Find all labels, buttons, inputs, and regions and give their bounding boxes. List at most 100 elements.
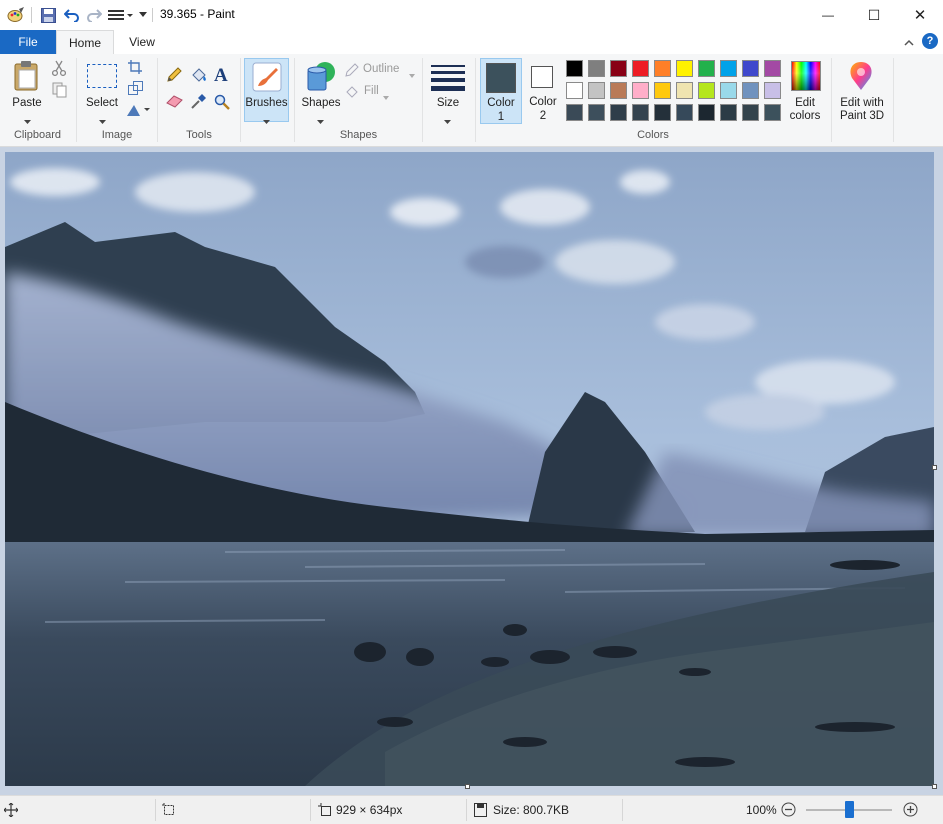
crop-icon[interactable] bbox=[128, 60, 144, 76]
palette-swatch[interactable] bbox=[676, 104, 693, 121]
rainbow-icon bbox=[791, 61, 821, 91]
palette-swatch[interactable] bbox=[720, 82, 737, 99]
palette-swatch[interactable] bbox=[720, 60, 737, 77]
undo-icon[interactable] bbox=[62, 5, 82, 25]
edit-with-paint3d-button[interactable]: Edit with Paint 3D bbox=[834, 58, 890, 122]
title-bar: 39.365 - Paint — ☐ ✕ bbox=[0, 0, 943, 30]
resize-icon[interactable] bbox=[128, 81, 144, 97]
resize-handle-right[interactable] bbox=[932, 465, 937, 470]
fill-dropdown[interactable]: Fill bbox=[345, 84, 405, 100]
palette-swatch[interactable] bbox=[698, 60, 715, 77]
zoom-slider[interactable] bbox=[806, 801, 892, 818]
chevron-down-icon bbox=[409, 67, 415, 81]
eraser-icon[interactable] bbox=[166, 94, 184, 112]
help-icon[interactable]: ? bbox=[922, 33, 938, 49]
canvas-workspace bbox=[0, 147, 943, 795]
brushes-label: Brushes bbox=[245, 97, 288, 109]
zoom-out-button[interactable] bbox=[781, 802, 797, 818]
zoom-level: 100% bbox=[746, 803, 777, 817]
palette-swatch[interactable] bbox=[610, 82, 627, 99]
resize-handle-corner[interactable] bbox=[932, 784, 937, 789]
zoom-slider-thumb[interactable] bbox=[844, 801, 854, 818]
palette-swatch[interactable] bbox=[632, 82, 649, 99]
text-icon[interactable]: A bbox=[214, 65, 232, 86]
color2-button[interactable]: Color 2 bbox=[522, 58, 564, 124]
fill-label: Fill bbox=[364, 85, 379, 97]
size-button[interactable]: Size bbox=[426, 58, 470, 124]
palette-swatch[interactable] bbox=[566, 82, 583, 99]
save-icon[interactable] bbox=[38, 5, 58, 25]
palette-swatch[interactable] bbox=[632, 60, 649, 77]
rotate-icon[interactable] bbox=[126, 103, 150, 119]
color1-button[interactable]: Color 1 bbox=[480, 58, 522, 124]
divider bbox=[152, 8, 153, 22]
size-icon-line bbox=[431, 86, 465, 91]
status-bar: 929 × 634px Size: 800.7KB 100% bbox=[0, 795, 943, 824]
status-divider bbox=[310, 799, 311, 821]
chevron-down-icon[interactable] bbox=[137, 5, 149, 25]
palette-swatch[interactable] bbox=[720, 104, 737, 121]
tab-file[interactable]: File bbox=[0, 30, 56, 54]
color1-swatch bbox=[486, 63, 516, 93]
palette-swatch[interactable] bbox=[610, 60, 627, 77]
paint-app-icon[interactable] bbox=[6, 5, 26, 25]
redo-icon[interactable] bbox=[84, 5, 104, 25]
palette-swatch[interactable] bbox=[588, 104, 605, 121]
fill-icon[interactable] bbox=[190, 67, 208, 85]
selection-size-icon bbox=[162, 803, 176, 817]
outline-dropdown[interactable]: Outline bbox=[345, 62, 417, 78]
window-title: 39.365 - Paint bbox=[160, 7, 235, 21]
palette-swatch[interactable] bbox=[610, 104, 627, 121]
drawing-canvas[interactable] bbox=[5, 152, 934, 786]
color2-swatch bbox=[531, 66, 553, 88]
edit-colors-button[interactable]: Edit colors bbox=[788, 58, 824, 122]
ribbon-tabs: File Home View ? bbox=[0, 30, 943, 55]
palette-swatch[interactable] bbox=[676, 82, 693, 99]
palette-swatch[interactable] bbox=[742, 82, 759, 99]
close-button[interactable]: ✕ bbox=[897, 0, 943, 30]
paste-button[interactable]: Paste bbox=[8, 58, 46, 124]
colors-group-label: Colors bbox=[637, 129, 669, 141]
minimize-button[interactable]: — bbox=[805, 0, 851, 30]
palette-swatch[interactable] bbox=[566, 104, 583, 121]
palette-swatch[interactable] bbox=[676, 60, 693, 77]
minimize-icon: — bbox=[822, 8, 834, 22]
resize-handle-bottom[interactable] bbox=[465, 784, 470, 789]
maximize-button[interactable]: ☐ bbox=[851, 0, 897, 30]
color-picker-icon[interactable] bbox=[190, 94, 208, 112]
tab-view[interactable]: View bbox=[114, 30, 170, 54]
chevron-down-icon bbox=[317, 114, 324, 128]
shapes-button[interactable]: Shapes bbox=[300, 58, 342, 124]
palette-swatch[interactable] bbox=[588, 60, 605, 77]
palette-swatch[interactable] bbox=[698, 82, 715, 99]
collapse-ribbon-icon[interactable] bbox=[904, 35, 916, 47]
pencil-icon[interactable] bbox=[166, 67, 184, 85]
cut-icon[interactable] bbox=[51, 60, 68, 77]
tab-home[interactable]: Home bbox=[56, 30, 114, 55]
palette-swatch[interactable] bbox=[654, 82, 671, 99]
shapes-label: Shapes bbox=[301, 97, 341, 109]
brushes-button[interactable]: Brushes bbox=[244, 58, 289, 124]
palette-swatch[interactable] bbox=[566, 60, 583, 77]
palette-swatch[interactable] bbox=[764, 82, 781, 99]
select-button[interactable]: Select bbox=[82, 58, 122, 124]
copy-icon[interactable] bbox=[52, 82, 68, 98]
zoom-in-button[interactable] bbox=[903, 802, 919, 818]
palette-swatch[interactable] bbox=[654, 60, 671, 77]
palette-swatch[interactable] bbox=[654, 104, 671, 121]
magnifier-icon[interactable] bbox=[214, 94, 232, 112]
palette-swatch[interactable] bbox=[698, 104, 715, 121]
landscape-painting bbox=[5, 152, 934, 786]
file-size-icon bbox=[474, 803, 488, 817]
palette-swatch[interactable] bbox=[764, 60, 781, 77]
ribbon-home: Paste Clipboard Select Image A Tools Bru… bbox=[0, 54, 943, 147]
chevron-down-icon bbox=[444, 114, 451, 128]
palette-swatch[interactable] bbox=[764, 104, 781, 121]
status-divider bbox=[622, 799, 623, 821]
palette-swatch[interactable] bbox=[742, 60, 759, 77]
palette-swatch[interactable] bbox=[742, 104, 759, 121]
customize-quick-access-icon[interactable] bbox=[107, 5, 137, 25]
palette-swatch[interactable] bbox=[632, 104, 649, 121]
palette-swatch[interactable] bbox=[588, 82, 605, 99]
image-group-label: Image bbox=[101, 129, 133, 141]
